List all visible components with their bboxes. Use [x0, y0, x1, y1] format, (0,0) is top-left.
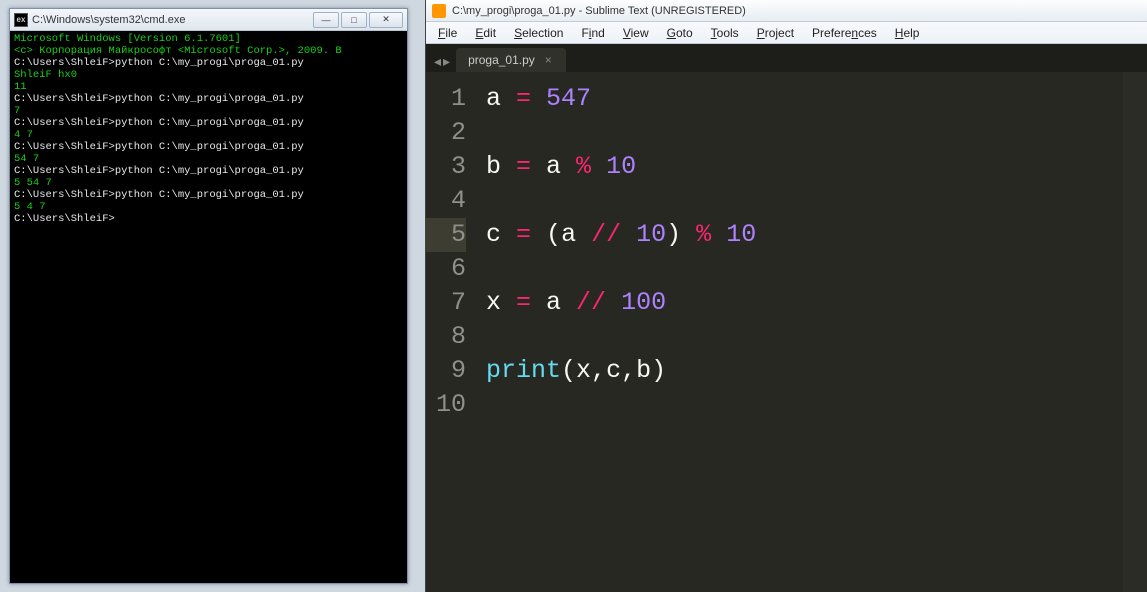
menu-find[interactable]: Find	[573, 24, 612, 42]
cmd-line: C:\Users\ShleiF>python C:\my_progi\proga…	[14, 117, 403, 129]
cmd-line: 4 7	[14, 129, 403, 141]
sublime-app-icon	[432, 4, 446, 18]
cmd-line: Microsoft Windows [Version 6.1.7601]	[14, 33, 403, 45]
cmd-app-icon: ex	[14, 13, 28, 27]
tab-next-icon[interactable]: ▸	[443, 54, 450, 68]
cmd-line: 7	[14, 105, 403, 117]
sublime-title: C:\my_progi\proga_01.py - Sublime Text (…	[452, 5, 746, 17]
cmd-line: C:\Users\ShleiF>python C:\my_progi\proga…	[14, 141, 403, 153]
line-number: 8	[426, 320, 466, 354]
sublime-titlebar[interactable]: C:\my_progi\proga_01.py - Sublime Text (…	[426, 0, 1147, 22]
line-gutter: 12345678910	[426, 72, 480, 592]
menu-help[interactable]: Help	[887, 24, 928, 42]
editor-area[interactable]: 12345678910 a = 547 b = a % 10 c = (a // 1…	[426, 72, 1147, 592]
line-number: 2	[426, 116, 466, 150]
cmd-line: ShleiF hx0	[14, 69, 403, 81]
tab-close-icon[interactable]: ×	[545, 53, 552, 67]
line-number: 4	[426, 184, 466, 218]
code-line[interactable]: a = 547	[486, 82, 1147, 116]
line-number: 3	[426, 150, 466, 184]
cmd-title: C:\Windows\system32\cmd.exe	[32, 9, 309, 31]
code-line[interactable]	[486, 252, 1147, 286]
code-line[interactable]	[486, 116, 1147, 150]
tab-row: ◂ ▸ proga_01.py ×	[426, 44, 1147, 72]
menu-view[interactable]: View	[615, 24, 657, 42]
cmd-line: C:\Users\ShleiF>	[14, 213, 403, 225]
cmd-line: 5 54 7	[14, 177, 403, 189]
menu-project[interactable]: Project	[749, 24, 802, 42]
sublime-window: C:\my_progi\proga_01.py - Sublime Text (…	[425, 0, 1147, 592]
cmd-titlebar[interactable]: ex C:\Windows\system32\cmd.exe — □ ✕	[10, 9, 407, 31]
menu-file[interactable]: File	[430, 24, 465, 42]
line-number: 10	[426, 388, 466, 422]
minimap[interactable]	[1123, 72, 1147, 592]
line-number: 6	[426, 252, 466, 286]
line-number: 9	[426, 354, 466, 388]
code-line[interactable]: x = a // 100	[486, 286, 1147, 320]
code-line[interactable]: b = a % 10	[486, 150, 1147, 184]
cmd-line: C:\Users\ShleiF>python C:\my_progi\proga…	[14, 189, 403, 201]
tab-file[interactable]: proga_01.py ×	[456, 48, 566, 72]
cmd-line: 11	[14, 81, 403, 93]
tab-prev-icon[interactable]: ◂	[434, 54, 441, 68]
cmd-output-area[interactable]: Microsoft Windows [Version 6.1.7601]<c> …	[10, 31, 407, 583]
code-line[interactable]: print(x,c,b)	[486, 354, 1147, 388]
tab-label: proga_01.py	[468, 53, 535, 67]
menu-preferences[interactable]: Preferences	[804, 24, 885, 42]
cmd-line: C:\Users\ShleiF>python C:\my_progi\proga…	[14, 165, 403, 177]
line-number: 1	[426, 82, 466, 116]
menu-tools[interactable]: Tools	[703, 24, 747, 42]
cmd-line: 5 4 7	[14, 201, 403, 213]
cmd-window: ex C:\Windows\system32\cmd.exe — □ ✕ Mic…	[9, 8, 408, 584]
minimize-button[interactable]: —	[313, 12, 339, 28]
cmd-line: C:\Users\ShleiF>python C:\my_progi\proga…	[14, 93, 403, 105]
code-line[interactable]	[486, 184, 1147, 218]
code-area[interactable]: a = 547 b = a % 10 c = (a // 10) % 10 x = a…	[480, 72, 1147, 592]
line-number: 5	[426, 218, 466, 252]
cmd-line: C:\Users\ShleiF>python C:\my_progi\proga…	[14, 57, 403, 69]
menu-goto[interactable]: Goto	[659, 24, 701, 42]
cmd-line: <c> Корпорация Майкрософт <Microsoft Cor…	[14, 45, 403, 57]
code-line[interactable]: c = (a // 10) % 10	[486, 218, 1147, 252]
menu-selection[interactable]: Selection	[506, 24, 571, 42]
line-number: 7	[426, 286, 466, 320]
menubar: FileEditSelectionFindViewGotoToolsProjec…	[426, 22, 1147, 44]
menu-edit[interactable]: Edit	[467, 24, 504, 42]
cmd-line: 54 7	[14, 153, 403, 165]
close-button[interactable]: ✕	[369, 12, 403, 28]
maximize-button[interactable]: □	[341, 12, 367, 28]
code-line[interactable]	[486, 320, 1147, 354]
code-line[interactable]	[486, 388, 1147, 422]
